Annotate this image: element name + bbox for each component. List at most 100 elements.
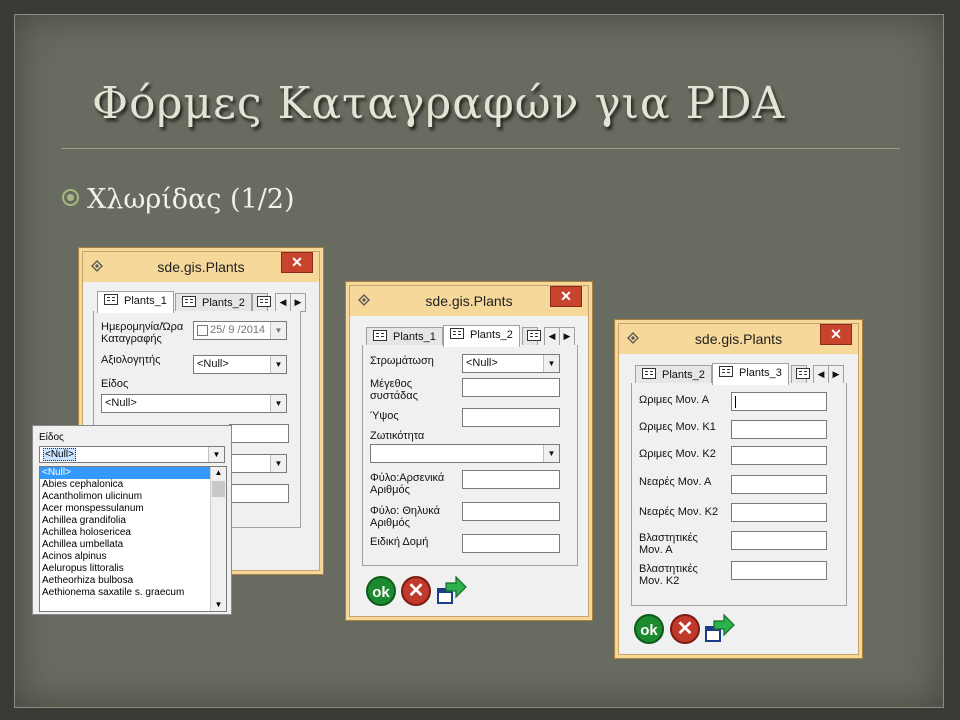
dropdown-arrow-icon[interactable]: ▼ (270, 322, 286, 339)
window-titlebar[interactable]: sde.gis.Plants ✕ (619, 324, 858, 354)
young-a-input[interactable] (731, 475, 827, 494)
tab-form-icon (527, 330, 541, 341)
list-item[interactable]: Acantholimon ulicinum (40, 491, 226, 503)
tab-plants-2[interactable]: Plants_2 (635, 365, 712, 384)
veg-k2-input[interactable] (731, 561, 827, 580)
tab-form-icon (796, 368, 810, 379)
tab-form-icon (719, 366, 733, 377)
list-item[interactable]: Aethionema saxatile s. graecum (40, 587, 226, 599)
scroll-left-icon[interactable]: ◀ (275, 293, 291, 312)
species-dropdown-input[interactable]: <Null> ▼ (39, 446, 225, 463)
title-divider (62, 148, 900, 149)
tab-form-icon (450, 328, 464, 339)
label-mature-a: Ωριμες Μον. Α (639, 394, 710, 406)
label-mature-k1: Ωριμες Μον. Κ1 (639, 421, 716, 433)
tab-strip: Plants_1 Plants_2 ◀ ▶ (366, 325, 578, 347)
species-list[interactable]: <Null> Abies cephalonica Acantholimon ul… (39, 466, 227, 612)
scroll-thumb[interactable] (212, 481, 225, 497)
dropdown-arrow-icon[interactable]: ▼ (208, 447, 224, 462)
tab-form-icon (642, 368, 656, 379)
scroll-left-icon[interactable]: ◀ (813, 365, 829, 384)
label-young-k2: Νεαρές Μον. Κ2 (639, 506, 719, 518)
label-species: Είδος (101, 378, 129, 390)
ok-button[interactable]: ok (366, 576, 396, 606)
close-button[interactable]: ✕ (820, 324, 852, 345)
select-field[interactable]: ▼ (229, 454, 287, 473)
bullet-text: Χλωρίδας (1/2) (87, 184, 295, 215)
list-item[interactable]: Aetheorhiza bulbosa (40, 575, 226, 587)
window-plants-2: sde.gis.Plants ✕ Plants_1 Plants_2 ◀ ▶ Σ… (349, 285, 589, 617)
ok-button[interactable]: ok (634, 614, 664, 644)
window-titlebar[interactable]: sde.gis.Plants ✕ (350, 286, 588, 316)
tab-form-icon (373, 330, 387, 341)
species-select[interactable]: <Null> ▼ (101, 394, 287, 413)
next-arrow-icon[interactable] (436, 575, 468, 607)
label-mature-k2: Ωριμες Μον. Κ2 (639, 448, 716, 460)
cluster-size-input[interactable] (462, 378, 560, 397)
window-titlebar[interactable]: sde.gis.Plants ✕ (83, 252, 319, 282)
label-cluster-size: Μέγεθος συστάδας (370, 378, 418, 402)
next-arrow-icon[interactable] (704, 613, 736, 645)
date-picker[interactable]: 25/ 9 /2014 ▼ (193, 321, 287, 340)
label-female-count: Φύλο: Θηλυκά Αριθμός (370, 505, 441, 529)
date-checkbox[interactable] (197, 325, 208, 336)
list-item[interactable]: Acinos alpinus (40, 551, 226, 563)
species-dropdown-popup: Είδος <Null> ▼ <Null> Abies cephalonica … (32, 425, 232, 615)
tab-form-icon (257, 296, 271, 307)
text-field[interactable] (229, 484, 289, 503)
height-input[interactable] (462, 408, 560, 427)
scroll-right-icon[interactable]: ▶ (290, 293, 306, 312)
scroll-down-icon[interactable]: ▼ (211, 599, 226, 611)
scroll-left-icon[interactable]: ◀ (544, 327, 560, 346)
tab-plants-2[interactable]: Plants_2 (443, 325, 520, 347)
vitality-select[interactable]: ▼ (370, 444, 560, 463)
tab-more[interactable] (252, 293, 271, 312)
mature-a-input[interactable] (731, 392, 827, 411)
label-date: Ημερομηνία/Ώρα Καταγραφής (101, 321, 184, 345)
tab-more[interactable] (522, 327, 541, 346)
label-vitality: Ζωτικότητα (370, 430, 425, 442)
list-scrollbar[interactable]: ▲ ▼ (210, 467, 226, 611)
young-k2-input[interactable] (731, 503, 827, 522)
label-assessor: Αξιολογητής (101, 354, 161, 366)
tab-plants-3[interactable]: Plants_3 (712, 363, 789, 385)
list-item[interactable]: Achillea holosericea (40, 527, 226, 539)
label-veg-k2: Βλαστητικές Μον. Κ2 (639, 563, 698, 587)
label-stratification: Στρωμάτωση (370, 355, 434, 367)
tab-form-icon (182, 296, 196, 307)
mature-k2-input[interactable] (731, 446, 827, 465)
cancel-button[interactable]: ✕ (401, 576, 431, 606)
female-count-input[interactable] (462, 502, 560, 521)
list-item[interactable]: Abies cephalonica (40, 479, 226, 491)
dropdown-arrow-icon[interactable]: ▼ (270, 455, 286, 472)
dropdown-arrow-icon[interactable]: ▼ (543, 355, 559, 372)
list-item[interactable]: Acer monspessulanum (40, 503, 226, 515)
tab-plants-1[interactable]: Plants_1 (366, 327, 443, 346)
veg-a-input[interactable] (731, 531, 827, 550)
scroll-right-icon[interactable]: ▶ (828, 365, 844, 384)
tab-strip: Plants_1 Plants_2 ◀ ▶ (97, 291, 307, 313)
tab-plants-2[interactable]: Plants_2 (175, 293, 252, 312)
mature-k1-input[interactable] (731, 420, 827, 439)
close-button[interactable]: ✕ (281, 252, 313, 273)
dropdown-arrow-icon[interactable]: ▼ (270, 395, 286, 412)
tab-more[interactable] (791, 365, 810, 384)
bullet-circle-icon (62, 189, 79, 206)
list-item[interactable]: Achillea grandifolia (40, 515, 226, 527)
scroll-right-icon[interactable]: ▶ (559, 327, 575, 346)
male-count-input[interactable] (462, 470, 560, 489)
dropdown-arrow-icon[interactable]: ▼ (270, 356, 286, 373)
tab-plants-1[interactable]: Plants_1 (97, 291, 174, 313)
text-field[interactable] (229, 424, 289, 443)
list-item[interactable]: Achillea umbellata (40, 539, 226, 551)
cancel-button[interactable]: ✕ (670, 614, 700, 644)
list-item[interactable]: Aeluropus littoralis (40, 563, 226, 575)
special-structure-input[interactable] (462, 534, 560, 553)
dropdown-arrow-icon[interactable]: ▼ (543, 445, 559, 462)
label-height: Ύψος (370, 410, 399, 422)
list-item[interactable]: <Null> (40, 467, 226, 479)
stratification-select[interactable]: <Null> ▼ (462, 354, 560, 373)
close-button[interactable]: ✕ (550, 286, 582, 307)
assessor-select[interactable]: <Null> ▼ (193, 355, 287, 374)
scroll-up-icon[interactable]: ▲ (211, 467, 226, 479)
